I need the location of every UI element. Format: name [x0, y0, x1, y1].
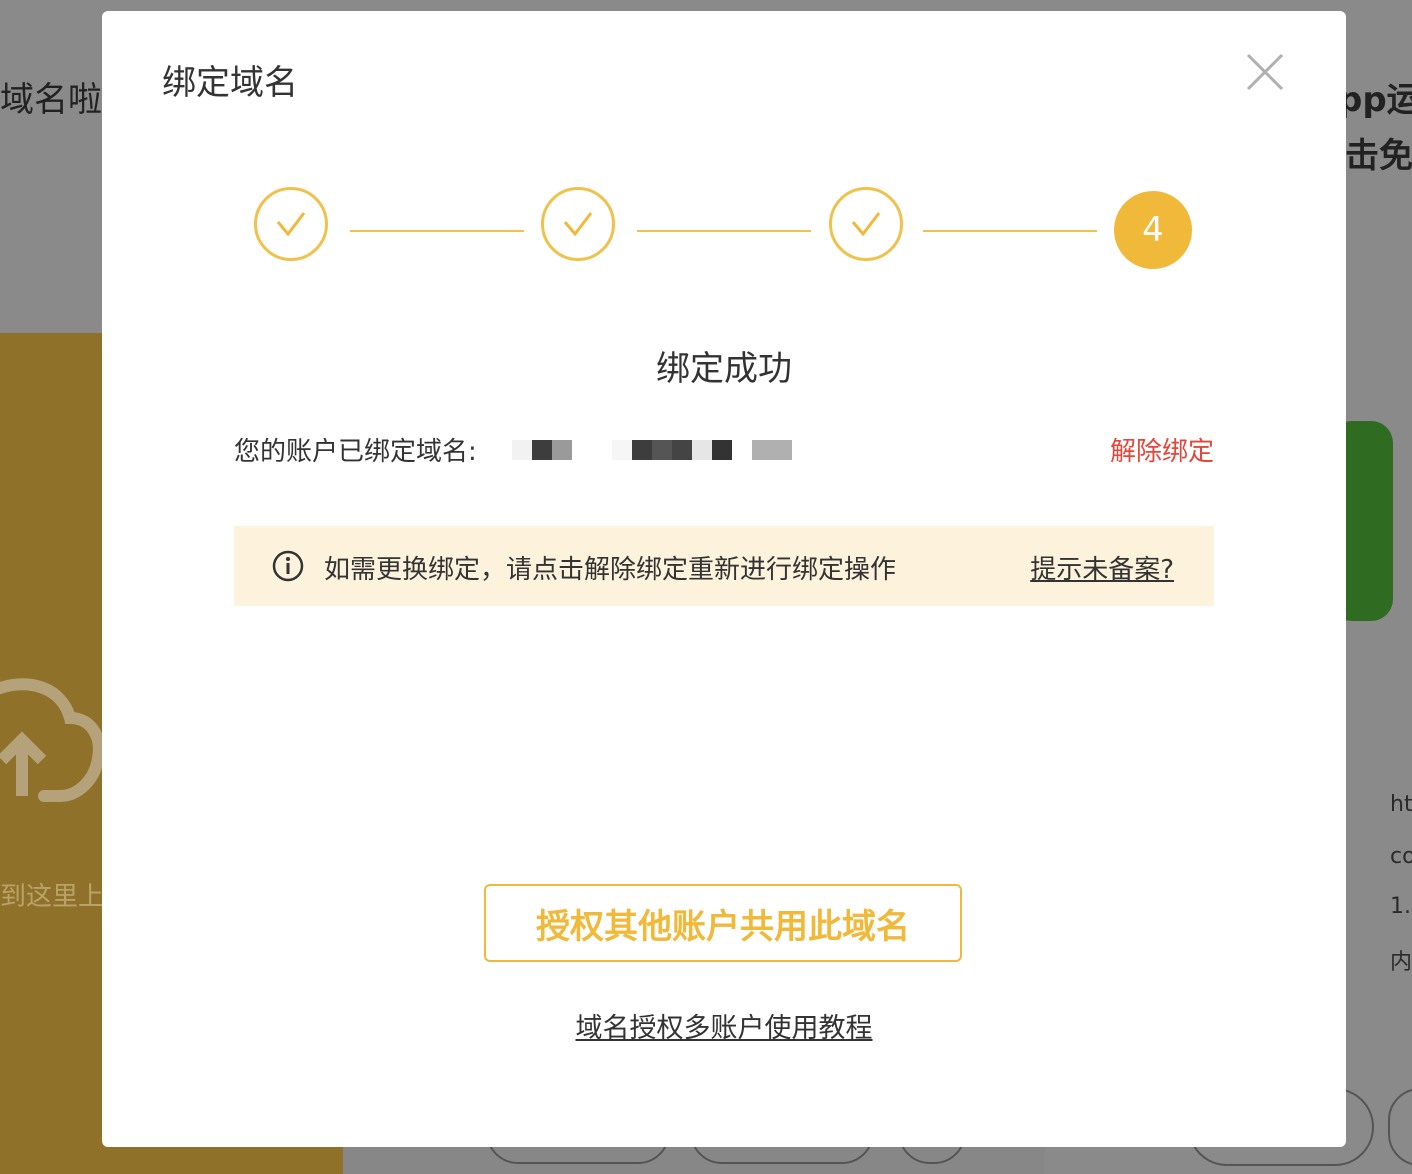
checkmark-icon: [851, 212, 881, 237]
progress-steps: 4: [254, 187, 1194, 271]
cloud-upload-icon: [0, 678, 104, 802]
checkmark-icon: [276, 212, 306, 237]
step-connector: [350, 230, 524, 232]
background-text-line: ht: [1390, 792, 1412, 817]
notice-banner: 如需更换绑定，请点击解除绑定重新进行绑定操作 提示未备案?: [234, 526, 1214, 606]
modal-title: 绑定域名: [162, 63, 298, 103]
background-text-line: 内: [1390, 950, 1412, 975]
background-subheading-right: 击免: [1345, 136, 1412, 176]
close-icon[interactable]: [1244, 51, 1286, 93]
tutorial-link[interactable]: 域名授权多账户使用教程: [102, 1006, 1346, 1045]
bound-domain-row: 您的账户已绑定域名: 解除绑定: [234, 429, 1214, 469]
share-domain-button[interactable]: 授权其他账户共用此域名: [484, 884, 962, 962]
success-title: 绑定成功: [656, 349, 792, 389]
background-heading-right: pp运: [1338, 80, 1412, 120]
checkmark-icon: [563, 212, 593, 237]
step-connector: [923, 230, 1097, 232]
notice-text: 如需更换绑定，请点击解除绑定重新进行绑定操作: [324, 555, 897, 585]
unfiled-hint-link[interactable]: 提示未备案?: [1030, 549, 1174, 586]
step-2-complete: [541, 187, 615, 261]
bind-domain-modal: 绑定域名 4 绑定成功 您的账户已绑定域名: 解除绑定 如需更换绑定，请点击解除…: [102, 11, 1346, 1147]
background-text-line: co: [1390, 844, 1412, 869]
background-text-line: 1.: [1390, 894, 1411, 919]
background-heading-left: 域名啦: [0, 80, 102, 120]
bound-domain-label: 您的账户已绑定域名:: [234, 437, 477, 467]
unbind-link[interactable]: 解除绑定: [1110, 431, 1214, 468]
step-connector: [637, 230, 811, 232]
bound-domain-value-masked: [512, 440, 792, 460]
step-3-complete: [829, 187, 903, 261]
step-1-complete: [254, 187, 328, 261]
info-icon: [272, 550, 304, 582]
step-4-current: 4: [1114, 191, 1192, 269]
